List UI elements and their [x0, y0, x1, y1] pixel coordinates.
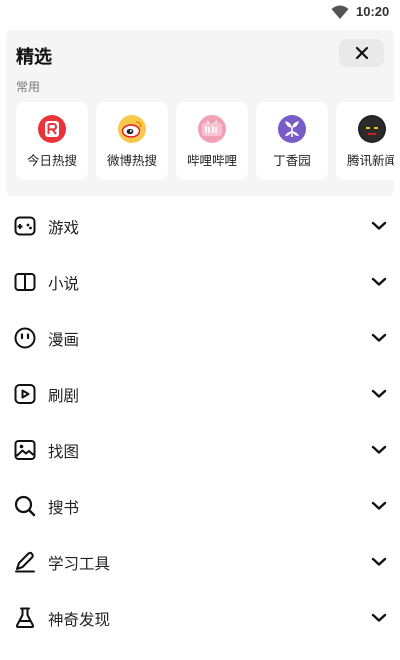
image-icon [13, 438, 37, 462]
bilibili-logo-icon [198, 115, 226, 143]
weibo-logo-icon [118, 115, 146, 143]
menu-item-search-books[interactable]: 搜书 [0, 478, 400, 534]
pen-icon [13, 550, 37, 574]
status-time: 10:20 [356, 4, 390, 19]
menu-item-find-images[interactable]: 找图 [0, 422, 400, 478]
shortcut-label: 微博热搜 [106, 153, 157, 168]
status-bar: 10:20 [0, 0, 400, 24]
jinri-resou-logo-icon [38, 115, 66, 143]
menu-item-label: 神奇发现 [48, 611, 111, 629]
menu-item-label: 漫画 [48, 331, 80, 349]
chevron-down-icon[interactable] [371, 221, 387, 231]
shortcut-label: 丁香园 [273, 153, 311, 168]
section-label-common: 常用 [16, 80, 41, 94]
menu-item-discoveries[interactable]: 神奇发现 [0, 590, 400, 646]
menu-item-novels[interactable]: 小说 [0, 254, 400, 310]
shortcut-label: 哔哩哔哩 [186, 153, 237, 168]
menu-item-label: 学习工具 [48, 555, 111, 573]
menu-item-drama[interactable]: 刷剧 [0, 366, 400, 422]
dingxiangyuan-logo-icon [278, 115, 306, 143]
menu-item-label: 找图 [48, 443, 80, 461]
play-video-icon [13, 382, 37, 406]
shortcut-label: 腾讯新闻 [346, 153, 394, 168]
shortcut-weibo[interactable]: 微博热搜 [96, 102, 168, 180]
chevron-down-icon[interactable] [371, 445, 387, 455]
tencent-news-logo-icon [358, 115, 386, 143]
face-icon [13, 326, 37, 350]
menu-item-comics[interactable]: 漫画 [0, 310, 400, 366]
shortcut-jinri-resou[interactable]: 今日热搜 [16, 102, 88, 180]
category-menu: 游戏 小说 漫画 刷剧 找图 搜书 学习工具 神奇发现 [0, 198, 400, 646]
gamepad-icon [13, 214, 37, 238]
shortcut-label: 今日热搜 [26, 153, 77, 168]
menu-item-study-tools[interactable]: 学习工具 [0, 534, 400, 590]
wifi-icon [331, 5, 349, 19]
menu-item-label: 小说 [48, 275, 80, 293]
close-icon [355, 46, 368, 60]
featured-title: 精选 [16, 47, 52, 68]
shortcut-tencent-news[interactable]: 腾讯新闻 [336, 102, 394, 180]
menu-item-label: 搜书 [48, 499, 80, 517]
shortcut-dingxiangyuan[interactable]: 丁香园 [256, 102, 328, 180]
menu-item-label: 游戏 [48, 219, 80, 237]
chevron-down-icon[interactable] [371, 613, 387, 623]
menu-item-label: 刷剧 [48, 387, 80, 405]
chevron-down-icon[interactable] [371, 333, 387, 343]
chevron-down-icon[interactable] [371, 557, 387, 567]
chevron-down-icon[interactable] [371, 389, 387, 399]
book-icon [13, 270, 37, 294]
shortcut-row: 今日热搜 微博热搜 哔哩哔哩 丁香园 腾讯新闻 [16, 102, 394, 180]
featured-panel: 精选 常用 今日热搜 微博热搜 哔哩哔哩 丁香园 腾讯新闻 [6, 30, 394, 196]
flask-icon [13, 606, 37, 630]
search-icon [13, 494, 37, 518]
chevron-down-icon[interactable] [371, 277, 387, 287]
menu-item-games[interactable]: 游戏 [0, 198, 400, 254]
chevron-down-icon[interactable] [371, 501, 387, 511]
shortcut-bilibili[interactable]: 哔哩哔哩 [176, 102, 248, 180]
close-button[interactable] [339, 39, 384, 67]
